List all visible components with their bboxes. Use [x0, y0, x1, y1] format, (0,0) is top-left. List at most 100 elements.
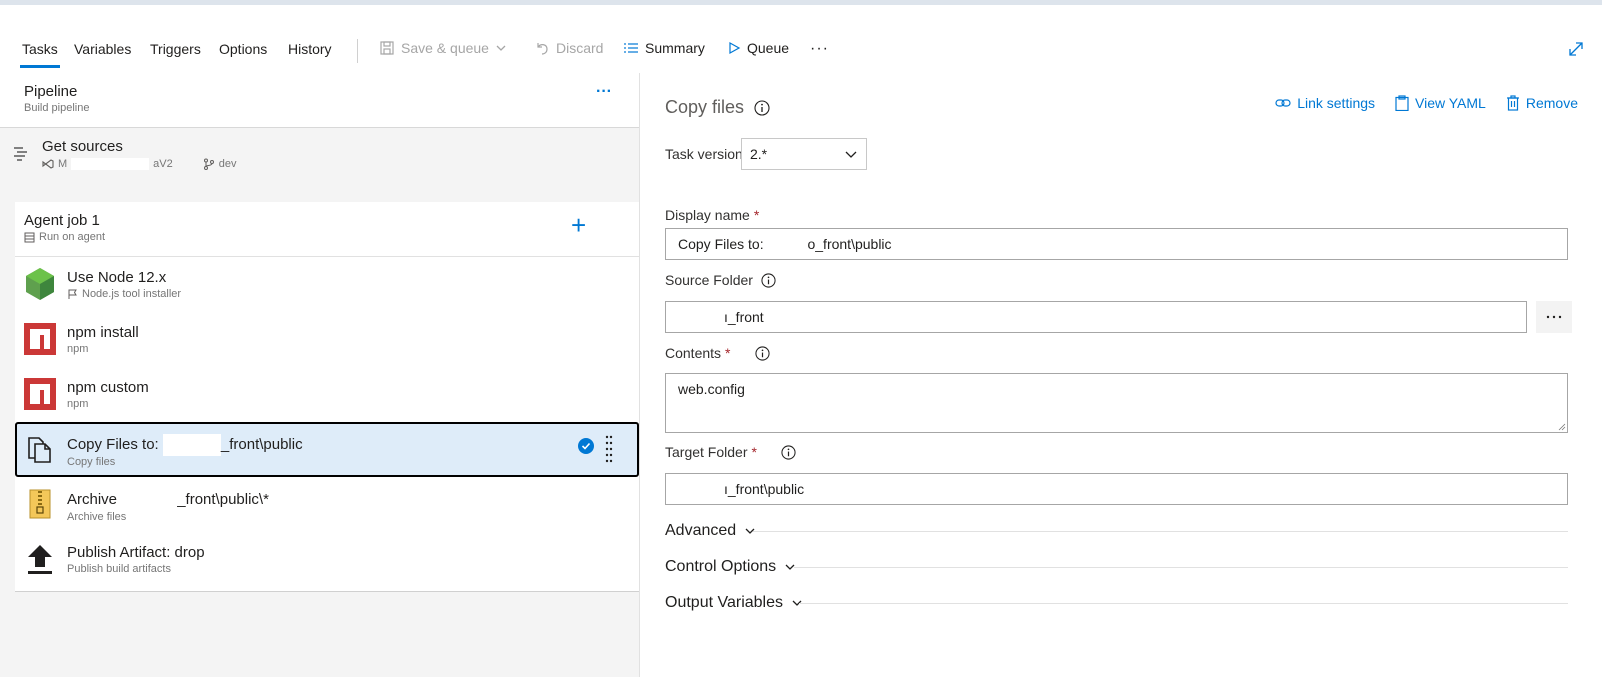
task-title-prefix: Copy Files to: — [67, 435, 159, 453]
sources-icon — [14, 147, 27, 161]
required-marker: * — [753, 207, 760, 223]
tab-variables[interactable]: Variables — [74, 41, 131, 57]
source-folder-value: ı_front — [724, 309, 764, 325]
trash-icon — [1506, 95, 1519, 111]
checkmark-circle-icon — [578, 438, 594, 454]
required-marker: * — [751, 444, 757, 460]
tab-history[interactable]: History — [288, 41, 332, 57]
tab-triggers[interactable]: Triggers — [150, 41, 201, 57]
copy-files-icon — [28, 437, 51, 463]
info-icon[interactable] — [754, 99, 770, 116]
link-settings-button[interactable]: Link settings — [1275, 95, 1375, 111]
summary-label: Summary — [645, 40, 705, 56]
task-subtitle: Node.js tool installer — [82, 288, 182, 300]
source-folder-label: Source Folder — [665, 272, 753, 288]
section-divider — [794, 567, 1568, 568]
task-title: Use Node 12.x — [67, 269, 167, 286]
archive-icon — [29, 489, 51, 519]
remove-label: Remove — [1525, 95, 1578, 111]
section-label: Control Options — [665, 558, 777, 575]
display-name-input[interactable]: Copy Files to: o_front\public — [665, 228, 1568, 260]
resize-grip-icon[interactable] — [1558, 423, 1566, 431]
contents-label: Contents — [665, 345, 722, 361]
pipeline-header[interactable]: Pipeline Build pipeline ··· — [0, 73, 639, 128]
task-use-node[interactable]: Use Node 12.x Node.js tool installer — [15, 257, 639, 312]
task-title: npm install — [67, 324, 139, 341]
get-sources-row[interactable]: Get sources M aV2 dev — [0, 128, 639, 202]
info-icon[interactable] — [754, 345, 770, 361]
link-icon — [1275, 99, 1291, 107]
contents-textarea[interactable]: web.config — [665, 373, 1568, 433]
add-task-button[interactable]: + — [571, 210, 586, 241]
agent-job-row[interactable]: Agent job 1 Run on agent + — [15, 202, 639, 257]
task-subtitle: Archive files — [67, 511, 127, 523]
tab-options[interactable]: Options — [219, 41, 267, 57]
task-list: Use Node 12.x Node.js tool installer npm… — [15, 257, 639, 592]
task-title: npm custom — [67, 379, 149, 396]
queue-button[interactable]: Queue — [727, 40, 789, 56]
play-icon — [729, 41, 741, 55]
npm-icon — [24, 378, 56, 410]
section-label: Advanced — [665, 522, 737, 539]
task-copy-files[interactable]: Copy Files to: _front\public Copy files — [15, 422, 639, 477]
task-archive[interactable]: Archive _front\public\* Archive files — [15, 477, 639, 532]
info-icon[interactable] — [761, 272, 776, 288]
section-control-options[interactable]: Control Options — [665, 558, 796, 576]
tab-tasks[interactable]: Tasks — [20, 41, 60, 68]
view-yaml-button[interactable]: View YAML — [1395, 95, 1486, 111]
toolbar: Tasks Variables Triggers Options History… — [0, 5, 1602, 73]
task-subtitle: Publish build artifacts — [67, 563, 171, 575]
save-icon — [380, 41, 394, 55]
clipboard-icon — [1395, 95, 1409, 111]
pipeline-subtitle: Build pipeline — [24, 102, 90, 114]
toolbar-separator — [357, 39, 358, 63]
browse-button[interactable] — [1536, 301, 1572, 333]
task-subtitle: Copy files — [67, 456, 116, 468]
task-details-pane: Copy files Link settings View YAML Remov… — [641, 73, 1602, 677]
redaction — [71, 158, 150, 170]
flag-icon — [68, 289, 77, 299]
repo-name-end: aV2 — [153, 158, 173, 170]
nodejs-icon — [26, 268, 54, 300]
view-yaml-label: View YAML — [1415, 95, 1486, 111]
task-version-label: Task version — [665, 146, 743, 162]
task-version-select[interactable]: 2.* — [741, 138, 867, 170]
agent-job-subtitle: Run on agent — [39, 231, 106, 243]
toolbar-more-button[interactable]: ··· — [810, 40, 829, 58]
section-output-variables[interactable]: Output Variables — [665, 594, 803, 612]
undo-icon — [537, 43, 548, 55]
remove-button[interactable]: Remove — [1506, 95, 1578, 111]
pipeline-pane: Pipeline Build pipeline ··· Get sources … — [0, 73, 640, 677]
pipeline-title: Pipeline — [24, 83, 78, 100]
pipeline-more-button[interactable]: ··· — [596, 83, 612, 101]
discard-button[interactable]: Discard — [534, 40, 603, 56]
target-folder-input[interactable]: ı_front\public — [665, 473, 1568, 505]
target-folder-label: Target Folder — [665, 444, 748, 460]
task-version-value: 2.* — [750, 146, 768, 162]
contents-value: web.config — [678, 381, 745, 397]
summary-button[interactable]: Summary — [623, 40, 705, 56]
task-npm-custom[interactable]: npm custom npm — [15, 367, 639, 422]
more-icon — [1546, 315, 1562, 319]
queue-label: Queue — [747, 40, 790, 56]
info-icon[interactable] — [781, 444, 796, 460]
task-subtitle: npm — [67, 398, 89, 410]
display-name-prefix: Copy Files to: — [678, 236, 764, 252]
chevron-down-icon — [496, 45, 506, 51]
get-sources-title: Get sources — [42, 138, 123, 155]
task-npm-install[interactable]: npm install npm — [15, 312, 639, 367]
save-queue-button[interactable]: Save & queue — [379, 40, 507, 56]
chevron-down-icon — [845, 151, 857, 158]
task-title: Publish Artifact: drop — [67, 544, 205, 561]
source-folder-input[interactable]: ı_front — [665, 301, 1527, 333]
section-advanced[interactable]: Advanced — [665, 522, 756, 540]
vs-icon — [42, 159, 54, 169]
drag-handle-icon[interactable] — [605, 435, 613, 463]
required-marker: * — [725, 345, 731, 361]
branch-icon — [203, 158, 214, 170]
task-subtitle: npm — [67, 343, 89, 355]
link-settings-label: Link settings — [1297, 95, 1376, 111]
task-publish-artifact[interactable]: Publish Artifact: drop Publish build art… — [15, 532, 639, 587]
expand-icon[interactable] — [1568, 41, 1584, 57]
section-label: Output Variables — [665, 594, 783, 611]
